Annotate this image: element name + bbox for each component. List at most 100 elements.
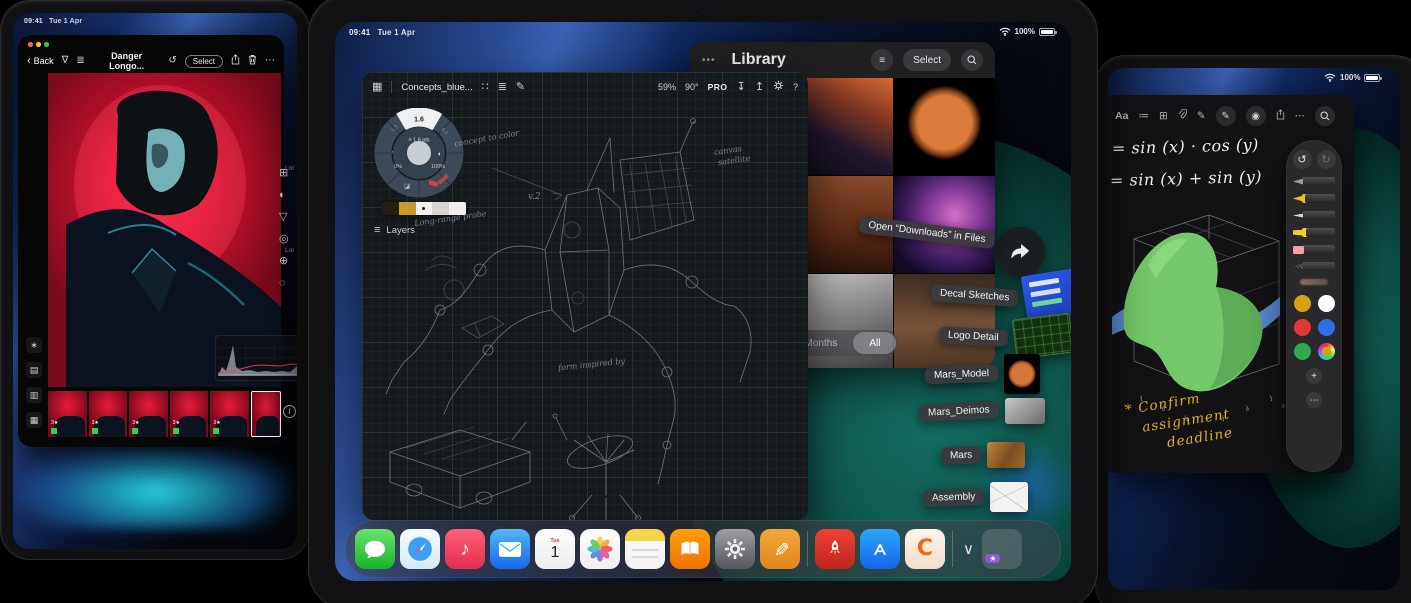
exposure-icon[interactable]: ◎ bbox=[279, 234, 289, 245]
adjust-icon[interactable]: ◐ bbox=[279, 190, 289, 201]
drag-label: Mars_Deimos bbox=[919, 400, 999, 421]
crayon-tool[interactable] bbox=[1293, 262, 1335, 271]
filter-icon[interactable]: ∇ bbox=[62, 56, 69, 66]
zoom-level[interactable]: 59% bbox=[658, 82, 676, 92]
left-status-bar: 09:41 Tue 1 Apr bbox=[24, 17, 82, 25]
export-icon[interactable]: ↥ bbox=[755, 82, 764, 93]
trash-icon[interactable] bbox=[248, 54, 257, 68]
window-controls-icon[interactable]: ••• bbox=[702, 55, 716, 66]
filmstrip-thumb[interactable]: 3★ bbox=[129, 391, 168, 437]
swatch-red[interactable] bbox=[1294, 319, 1311, 336]
fountain-pen-tool[interactable] bbox=[1293, 194, 1335, 203]
view-options-icon[interactable]: ≡ bbox=[871, 49, 893, 71]
tab-all[interactable]: All bbox=[853, 332, 896, 354]
filmstrip-thumb-selected[interactable] bbox=[251, 391, 281, 437]
vignette-icon[interactable]: ▽ bbox=[279, 212, 289, 223]
drag-item-mars-deimos[interactable]: Mars_Deimos bbox=[919, 398, 1045, 424]
window-controls[interactable] bbox=[28, 42, 49, 47]
file-format-icon[interactable]: ▦ bbox=[26, 412, 42, 428]
drag-label: Decal Sketches bbox=[931, 283, 1019, 306]
gallery-icon[interactable]: ▦ bbox=[372, 82, 382, 93]
settings-gear-icon[interactable] bbox=[773, 80, 784, 94]
pen-tool-button[interactable]: ✎ bbox=[1216, 106, 1236, 126]
table-icon[interactable]: ⊞ bbox=[1159, 111, 1168, 122]
search-icon[interactable] bbox=[1315, 106, 1335, 126]
back-button[interactable]: ‹ Back bbox=[27, 56, 54, 67]
swatch-white[interactable] bbox=[1318, 295, 1335, 312]
shapes-tool-button[interactable]: ◉ bbox=[1246, 106, 1266, 126]
more-icon[interactable]: ⋯ bbox=[1295, 111, 1306, 122]
drag-item-mars[interactable]: Mars bbox=[941, 442, 1025, 468]
eraser-tool[interactable] bbox=[1293, 245, 1335, 254]
photo-canvas[interactable] bbox=[48, 73, 281, 387]
monoline-pen-tool[interactable] bbox=[1293, 211, 1335, 220]
filmstrip-thumb[interactable]: 3★ bbox=[89, 391, 128, 437]
undo-button[interactable]: ↺ bbox=[1293, 150, 1312, 169]
watercolor-tool[interactable] bbox=[1300, 279, 1328, 285]
drag-item-decal-sketches[interactable]: Decal Sketches bbox=[931, 272, 1071, 318]
layers-panel-icon[interactable]: ≣ bbox=[498, 82, 507, 93]
swatch-blue[interactable] bbox=[1318, 319, 1335, 336]
highlighter-tool[interactable] bbox=[1293, 228, 1335, 237]
undo-icon[interactable]: ↺ bbox=[168, 56, 176, 66]
format-button[interactable]: Aa bbox=[1115, 110, 1128, 122]
help-button[interactable]: ? bbox=[793, 82, 798, 92]
copy-edits-icon[interactable]: ▥ bbox=[26, 387, 42, 403]
swatch-green[interactable] bbox=[1294, 343, 1311, 360]
info-button[interactable]: i bbox=[283, 405, 296, 418]
filmstrip-thumb[interactable]: 3★ bbox=[170, 391, 209, 437]
assembly-thumbnail bbox=[990, 482, 1028, 512]
markup-icon[interactable]: ✎ bbox=[1197, 111, 1206, 122]
share-icon[interactable] bbox=[1276, 109, 1285, 123]
minimize-window-icon[interactable] bbox=[36, 42, 41, 47]
dock-icon-rocket-app[interactable] bbox=[815, 529, 855, 569]
auto-enhance-icon[interactable]: ∗ bbox=[26, 337, 42, 353]
search-icon[interactable] bbox=[961, 49, 983, 71]
checklist-icon[interactable]: ≔ bbox=[1138, 111, 1149, 122]
color-wheel-icon[interactable]: ⊕ bbox=[279, 256, 289, 267]
sort-icon[interactable]: ≣ bbox=[76, 56, 84, 66]
drag-item-assembly[interactable]: Assembly bbox=[923, 482, 1028, 512]
attachment-icon[interactable] bbox=[1178, 109, 1187, 123]
swatch-color-picker[interactable] bbox=[1318, 343, 1335, 360]
filmstrip-thumb[interactable]: 3★ bbox=[48, 391, 87, 437]
redo-button[interactable]: ↻ bbox=[1317, 150, 1336, 169]
drag-item-logo-detail[interactable]: Logo Detail bbox=[939, 316, 1071, 356]
dock-icon-photos[interactable] bbox=[580, 529, 620, 569]
pen-tool[interactable] bbox=[1293, 177, 1335, 186]
photo-mars-globe[interactable] bbox=[894, 78, 995, 175]
share-icon[interactable] bbox=[231, 54, 240, 68]
import-icon[interactable]: ↧ bbox=[737, 82, 746, 93]
add-tool-button[interactable]: + bbox=[1306, 368, 1322, 384]
dock-icon-music[interactable]: ♪ bbox=[445, 529, 485, 569]
concepts-title[interactable]: Concepts_blue... bbox=[401, 82, 472, 93]
precision-icon[interactable]: ∷ bbox=[482, 82, 489, 93]
rotation-value[interactable]: 90° bbox=[685, 82, 699, 92]
more-icon[interactable]: ⋯ bbox=[265, 56, 275, 66]
filmstrip-thumb[interactable]: 3★ bbox=[210, 391, 249, 437]
export-batch-icon[interactable]: ▤ bbox=[26, 362, 42, 378]
pro-badge[interactable]: PRO bbox=[708, 82, 728, 92]
repair-icon[interactable]: ◌ bbox=[279, 278, 289, 289]
dock-icon-settings[interactable] bbox=[715, 529, 755, 569]
swatch-gold[interactable] bbox=[1294, 295, 1311, 312]
dock-icon-drawing-app[interactable]: ✎ bbox=[760, 529, 800, 569]
pen-mode-icon[interactable]: ✎ bbox=[516, 82, 525, 93]
palette-more-button[interactable]: ⋯ bbox=[1306, 392, 1322, 408]
dock-icon-app-store[interactable] bbox=[860, 529, 900, 569]
dock-app-library[interactable]: ★ bbox=[982, 529, 1022, 569]
dock-icon-notes[interactable] bbox=[625, 529, 665, 569]
drag-item-mars-model[interactable]: Mars_Model bbox=[925, 354, 1040, 394]
dock-icon-c-app[interactable]: C bbox=[905, 529, 945, 569]
select-button[interactable]: Select bbox=[185, 55, 223, 68]
dock-icon-books[interactable] bbox=[670, 529, 710, 569]
library-select-button[interactable]: Select bbox=[903, 49, 951, 71]
share-forward-button[interactable] bbox=[995, 227, 1045, 277]
dock-icon-mail[interactable] bbox=[490, 529, 530, 569]
dock-icon-messages[interactable] bbox=[355, 529, 395, 569]
dock-icon-safari[interactable] bbox=[400, 529, 440, 569]
close-window-icon[interactable] bbox=[28, 42, 33, 47]
zoom-window-icon[interactable] bbox=[44, 42, 49, 47]
dock-chevron-icon[interactable]: ∨ bbox=[960, 540, 977, 558]
dock-icon-calendar[interactable]: Tue1 bbox=[535, 529, 575, 569]
